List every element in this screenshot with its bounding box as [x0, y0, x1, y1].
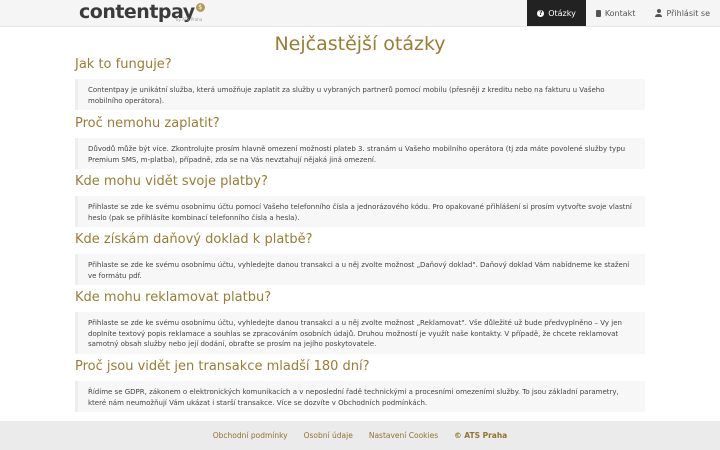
nav-item-label: Kontakt — [604, 8, 636, 18]
footer-copyright[interactable]: © ATS Praha — [454, 431, 507, 440]
footer-link-nastaveni-cookies[interactable]: Nastavení Cookies — [369, 431, 438, 440]
nav-item-label: Otázky — [548, 8, 576, 18]
faq-answer: Contentpay je unikátní služba, která umo… — [75, 79, 645, 110]
footer-link-osobni-udaje[interactable]: Osobní údaje — [304, 431, 353, 440]
faq-item: Proč nemohu zaplatit? Důvodů může být ví… — [75, 115, 645, 169]
header: contentpay $ by ATS Praha ? Otázky Konta… — [0, 0, 720, 27]
user-icon — [655, 9, 663, 17]
faq-answer: Důvodů může být více. Zkontrolujte prosí… — [75, 138, 645, 169]
faq-question: Kde mohu reklamovat platbu? — [75, 290, 272, 305]
question-icon: ? — [537, 9, 545, 17]
footer: Obchodní podmínky Osobní údaje Nastavení… — [0, 421, 720, 450]
faq-question: Kde mohu vidět svoje platby? — [75, 174, 268, 189]
nav-item-prihlasit[interactable]: Přihlásit se — [645, 0, 720, 26]
faq-answer: Přihlaste se zde ke svému osobnímu účtu,… — [75, 312, 645, 354]
faq-item: Kde získám daňový doklad k platbě? Přihl… — [75, 231, 645, 285]
logo-text-content: content — [79, 1, 158, 23]
logo-coin-icon: $ — [195, 3, 205, 12]
faq-item: Jak to funguje? Contentpay je unikátní s… — [75, 56, 645, 110]
book-icon — [595, 9, 601, 17]
footer-link-obchodni-podminky[interactable]: Obchodní podmínky — [213, 431, 288, 440]
faq-question: Kde získám daňový doklad k platbě? — [75, 232, 313, 247]
faq-question: Jak to funguje? — [75, 57, 172, 72]
faq-item: Kde mohu vidět svoje platby? Přihlaste s… — [75, 173, 645, 227]
faq-item: Proč jsou vidět jen transakce mladší 180… — [75, 358, 645, 412]
page-title: Nejčastější otázky — [274, 33, 446, 55]
nav-item-kontakt[interactable]: Kontakt — [586, 0, 646, 26]
contentpay-logo[interactable]: contentpay $ by ATS Praha — [79, 1, 205, 25]
faq-answer: Přihlaste se zde ke svému osobnímu účtu,… — [75, 254, 645, 285]
nav-item-label: Přihlásit se — [666, 8, 710, 18]
faq-question: Proč nemohu zaplatit? — [75, 116, 220, 131]
nav-item-otazky[interactable]: ? Otázky — [527, 0, 586, 26]
faq-answer: Řídíme se GDPR, zákonem o elektronických… — [75, 381, 645, 412]
faq-question: Proč jsou vidět jen transakce mladší 180… — [75, 359, 370, 374]
faq-answer: Přihlaste se zde ke svému osobnímu účtu … — [75, 196, 645, 227]
top-navigation: ? Otázky Kontakt Přihlásit se — [527, 0, 720, 26]
logo-subtitle: by ATS Praha — [176, 17, 203, 22]
faq-item: Kde mohu reklamovat platbu? Přihlaste se… — [75, 289, 645, 354]
